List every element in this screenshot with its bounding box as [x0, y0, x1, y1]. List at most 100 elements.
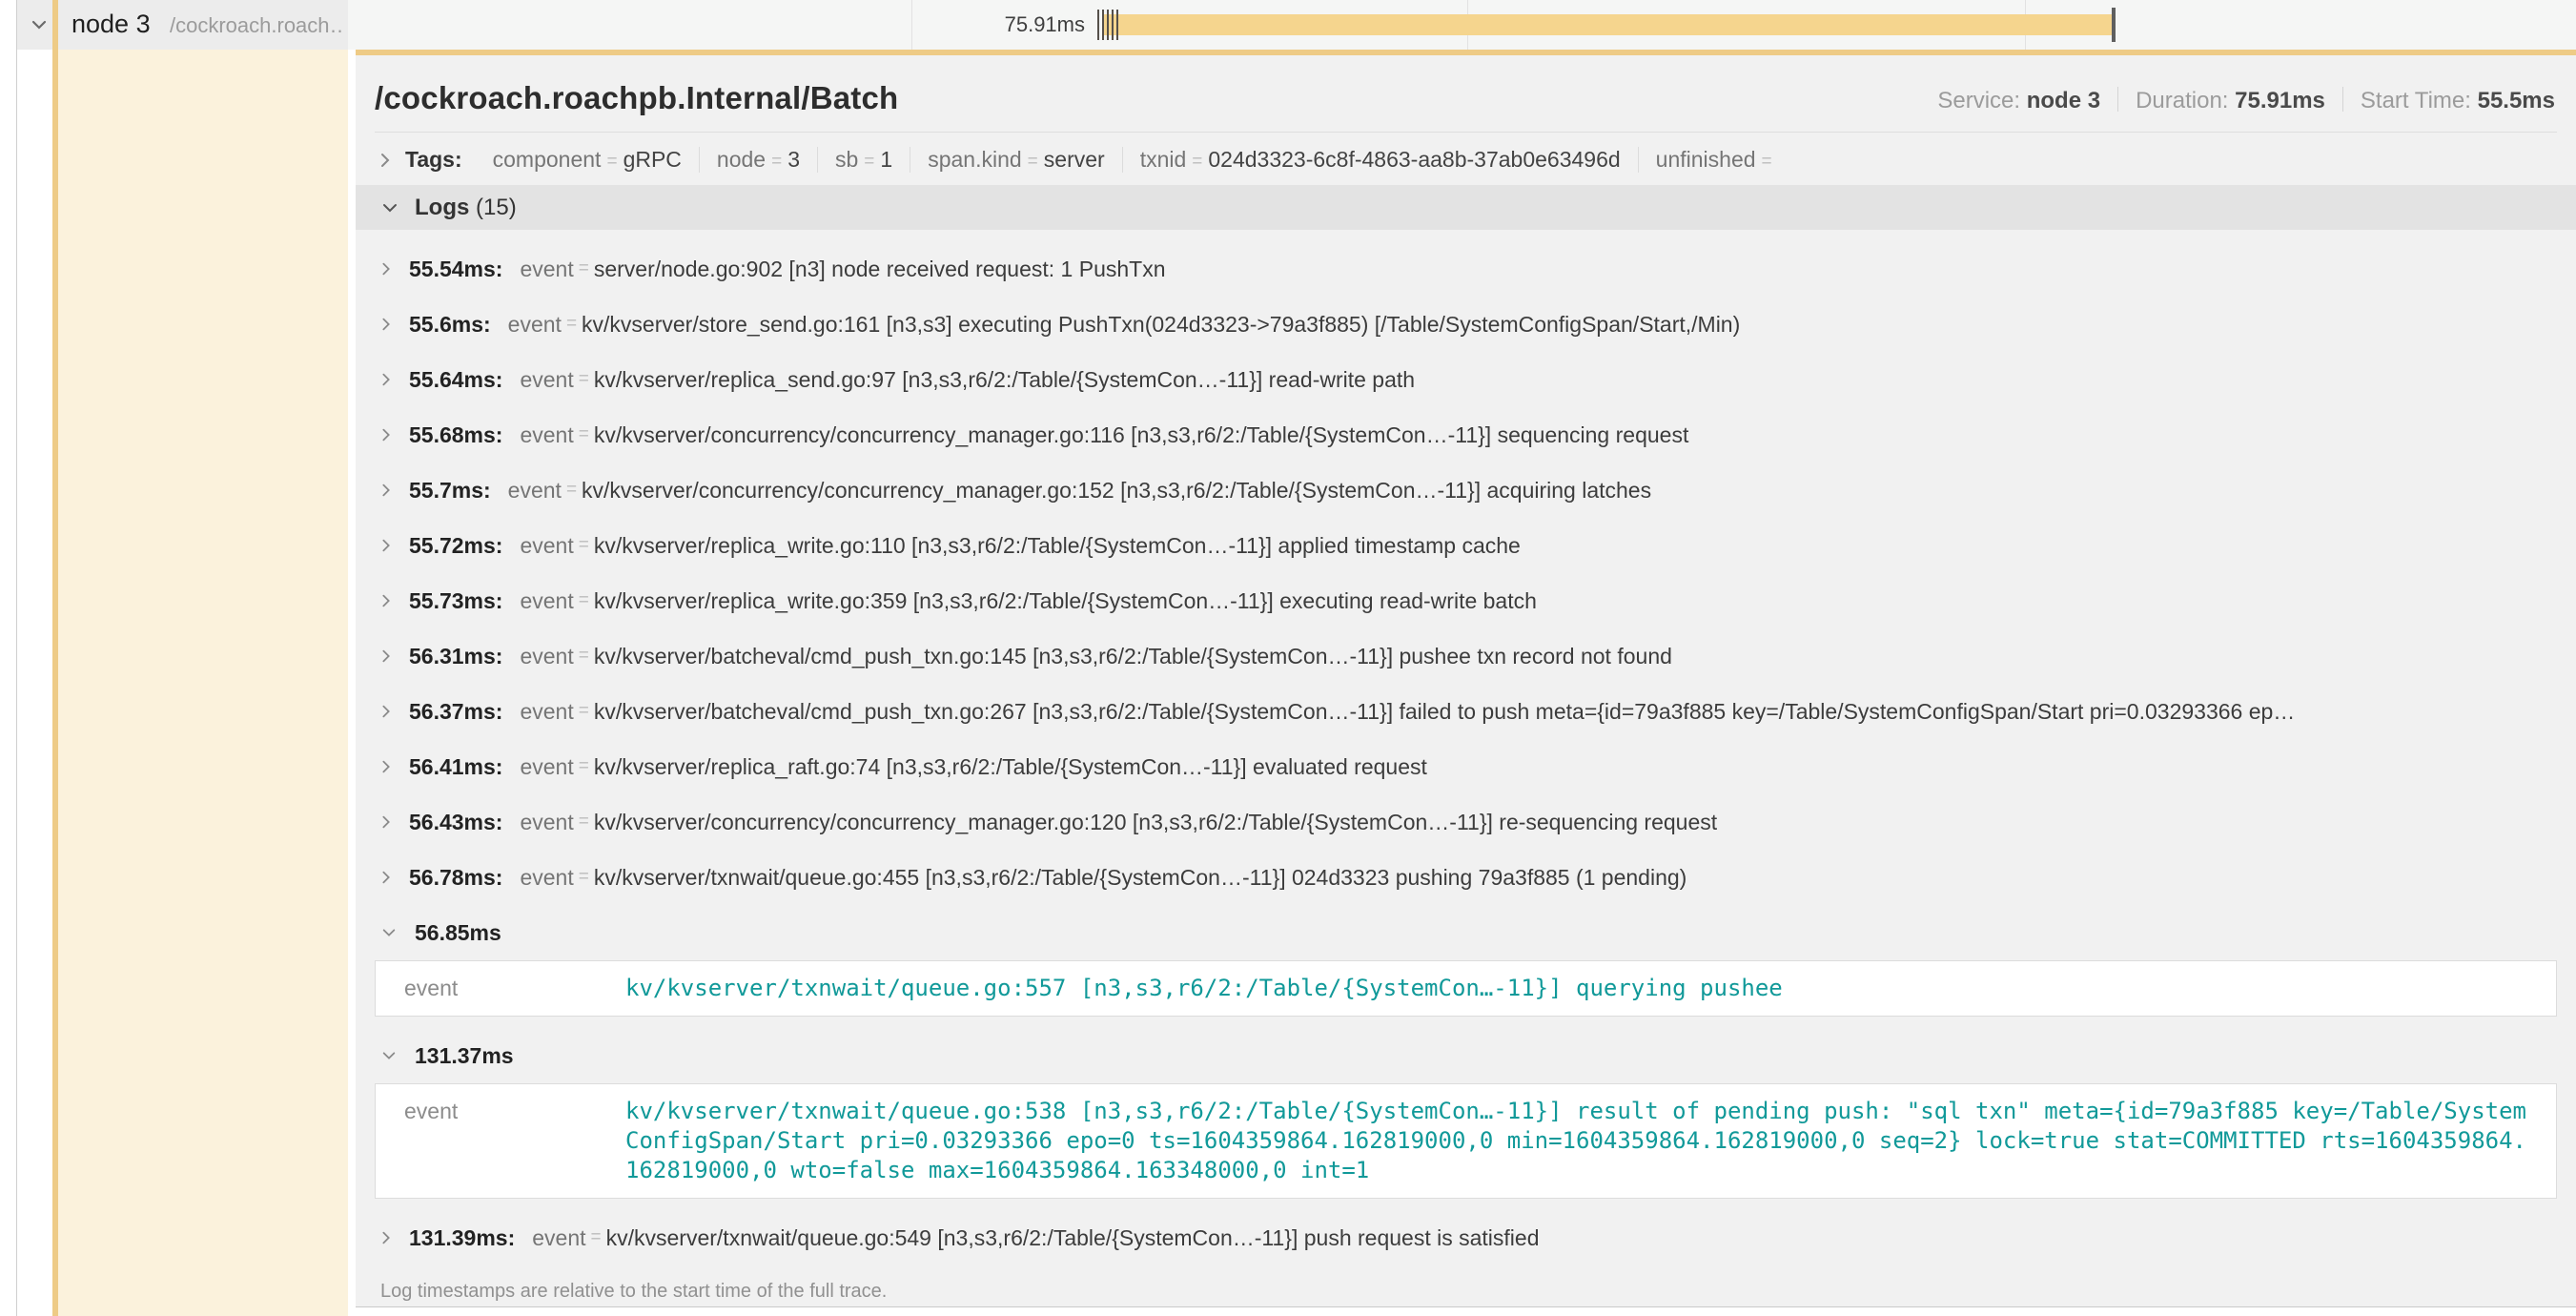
log-timestamp: 55.6ms: — [409, 312, 491, 338]
log-field-key: event — [520, 699, 573, 725]
log-field-key: event — [532, 1225, 585, 1251]
logs-footer-note: Log timestamps are relative to the start… — [356, 1265, 2576, 1303]
log-field-key: event — [520, 644, 573, 669]
chevron-right-icon[interactable] — [378, 258, 394, 279]
log-entry-expanded: 131.37ms event kv/kvserver/txnwait/queue… — [356, 1028, 2576, 1199]
tag-value: 024d3323-6c8f-4863-aa8b-37ab0e63496d — [1208, 147, 1620, 172]
log-entry-row[interactable]: 55.68ms: event = kv/kvserver/concurrency… — [356, 407, 2576, 463]
equals-sign: = — [579, 812, 589, 833]
log-field-value: kv/kvserver/txnwait/queue.go:455 [n3,s3,… — [594, 865, 1687, 891]
tag-key: txnid — [1140, 147, 1187, 172]
log-marker — [1112, 10, 1114, 40]
meta-separator — [2342, 87, 2343, 112]
log-timestamp: 56.31ms: — [409, 644, 502, 669]
logs-header-label: Logs (15) — [415, 195, 517, 221]
log-entry-row[interactable]: 55.64ms: event = kv/kvserver/replica_sen… — [356, 352, 2576, 407]
log-field-key: event — [520, 367, 573, 393]
chevron-right-icon[interactable] — [378, 646, 394, 667]
log-entry-row[interactable]: 55.72ms: event = kv/kvserver/replica_wri… — [356, 518, 2576, 573]
log-timestamp: 131.37ms — [415, 1043, 514, 1069]
logs-accordion-header[interactable]: Logs (15) — [356, 185, 2576, 230]
tag-value: 3 — [787, 147, 800, 172]
chevron-right-icon[interactable] — [378, 756, 394, 777]
chevron-right-icon[interactable] — [378, 424, 394, 445]
chevron-right-icon[interactable] — [378, 867, 394, 888]
log-field-key: event — [508, 478, 562, 504]
log-field-value: kv/kvserver/replica_raft.go:74 [n3,s3,r6… — [594, 754, 1427, 780]
log-entry-row[interactable]: 56.41ms: event = kv/kvserver/replica_raf… — [356, 739, 2576, 794]
log-entry-row[interactable]: 56.43ms: event = kv/kvserver/concurrency… — [356, 794, 2576, 850]
log-entry-row[interactable]: 131.39ms: event = kv/kvserver/txnwait/qu… — [356, 1210, 2576, 1265]
start-time-value: 55.5ms — [2478, 88, 2555, 113]
log-timestamp: 55.64ms: — [409, 367, 502, 393]
log-timestamp: 55.73ms: — [409, 588, 502, 614]
log-field-value: kv/kvserver/replica_send.go:97 [n3,s3,r6… — [594, 367, 1415, 393]
log-entry-expanded: 56.85ms event kv/kvserver/txnwait/queue.… — [356, 905, 2576, 1017]
log-field-key: event — [520, 422, 573, 448]
chevron-right-icon[interactable] — [378, 480, 394, 501]
chevron-right-icon[interactable] — [378, 535, 394, 556]
tags-accordion[interactable]: Tags: component=gRPC node=3 sb=1 span.ki… — [356, 133, 2576, 185]
chevron-down-icon[interactable] — [378, 925, 399, 940]
log-field-key: event — [520, 533, 573, 559]
service-label: Service: — [1937, 88, 2020, 113]
equals-sign: = — [606, 152, 617, 172]
log-entry-row[interactable]: 55.54ms: event = server/node.go:902 [n3]… — [356, 241, 2576, 297]
equals-sign: = — [579, 646, 589, 667]
chevron-right-icon[interactable] — [378, 369, 394, 390]
log-field-value: kv/kvserver/store_send.go:161 [n3,s3] ex… — [582, 312, 1740, 338]
tag-item: node=3 — [700, 147, 818, 173]
log-entry-row[interactable]: 56.85ms — [356, 905, 2576, 960]
log-entry-row[interactable]: 56.31ms: event = kv/kvserver/batcheval/c… — [356, 628, 2576, 684]
span-row[interactable]: node 3 /cockroach.roach… 75.91ms — [17, 0, 2576, 50]
chevron-right-icon[interactable] — [378, 590, 394, 611]
span-operation-name: /cockroach.roach… — [170, 13, 343, 38]
span-name-cell[interactable]: node 3 /cockroach.roach… — [17, 0, 348, 50]
equals-sign: = — [591, 1227, 602, 1248]
log-marker — [1097, 10, 1099, 40]
span-duration-bar[interactable] — [1103, 14, 2115, 35]
span-accent-stripe — [52, 50, 58, 1316]
chevron-right-icon[interactable] — [378, 701, 394, 722]
equals-sign: = — [566, 480, 577, 501]
log-entry-row[interactable]: 131.37ms — [356, 1028, 2576, 1083]
log-entry-row[interactable]: 56.37ms: event = kv/kvserver/batcheval/c… — [356, 684, 2576, 739]
span-duration-label: 75.91ms — [1005, 12, 1085, 37]
chevron-down-icon[interactable] — [26, 15, 52, 34]
log-fields-table: event kv/kvserver/txnwait/queue.go:557 [… — [375, 960, 2557, 1017]
log-entry-row[interactable]: 55.6ms: event = kv/kvserver/store_send.g… — [356, 297, 2576, 352]
log-timestamp: 131.39ms: — [409, 1225, 515, 1251]
equals-sign: = — [579, 258, 589, 279]
chevron-down-icon[interactable] — [378, 199, 401, 216]
log-field-key: event — [520, 588, 573, 614]
log-field-key: event — [520, 754, 573, 780]
log-field-value: kv/kvserver/txnwait/queue.go:538 [n3,s3,… — [625, 1084, 2556, 1198]
duration-value: 75.91ms — [2235, 88, 2325, 113]
equals-sign: = — [579, 756, 589, 777]
log-entry-row[interactable]: 55.73ms: event = kv/kvserver/replica_wri… — [356, 573, 2576, 628]
span-color-column — [52, 50, 348, 1316]
chevron-right-icon[interactable] — [377, 150, 394, 171]
chevron-right-icon[interactable] — [378, 314, 394, 335]
log-timestamp: 56.85ms — [415, 920, 501, 946]
equals-sign: = — [579, 701, 589, 722]
log-entry-row[interactable]: 56.78ms: event = kv/kvserver/txnwait/que… — [356, 850, 2576, 905]
tag-item: span.kind=server — [910, 147, 1122, 173]
chevron-right-icon[interactable] — [378, 812, 394, 833]
span-timeline-cell[interactable]: 75.91ms — [348, 0, 2576, 50]
tree-guide-line — [16, 0, 17, 1316]
equals-sign: = — [1028, 152, 1038, 172]
log-field-key: event — [376, 961, 625, 1016]
logs-count: (15) — [476, 195, 517, 220]
log-entry-row[interactable]: 55.7ms: event = kv/kvserver/concurrency/… — [356, 463, 2576, 518]
equals-sign: = — [1192, 152, 1202, 172]
equals-sign: = — [1762, 152, 1772, 172]
chevron-right-icon[interactable] — [378, 1227, 394, 1248]
chevron-down-icon[interactable] — [378, 1048, 399, 1063]
equals-sign: = — [579, 535, 589, 556]
log-marker-end — [2112, 8, 2116, 42]
tag-key: sb — [835, 147, 858, 172]
timeline-gridline — [911, 0, 912, 50]
span-detail-title: /cockroach.roachpb.Internal/Batch — [375, 80, 898, 116]
log-field-key: event — [520, 810, 573, 835]
